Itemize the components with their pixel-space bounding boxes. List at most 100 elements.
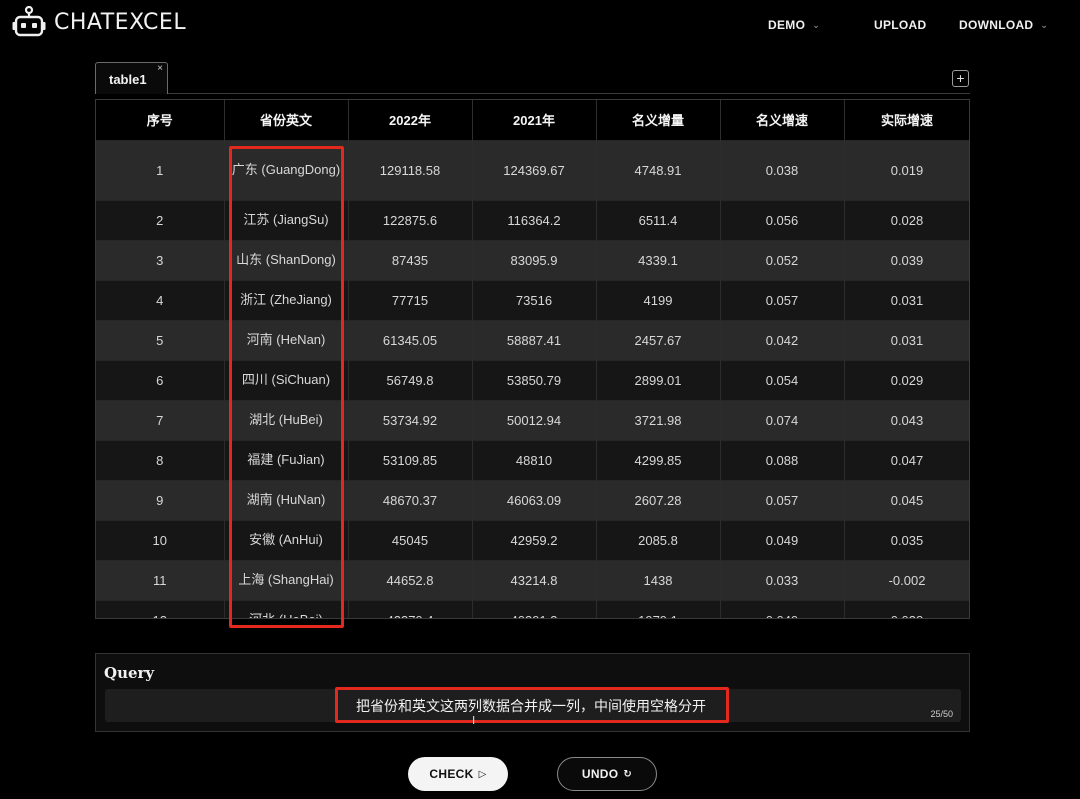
table-cell[interactable]: 124369.67 xyxy=(472,139,597,200)
table-cell[interactable]: 4339.1 xyxy=(596,239,721,280)
table-cell[interactable]: 浙江 (ZheJiang) xyxy=(224,279,349,320)
table-cell[interactable]: 6 xyxy=(96,359,225,400)
check-button[interactable]: CHECK ▷ xyxy=(408,757,508,791)
table-cell[interactable]: 四川 (SiChuan) xyxy=(224,359,349,400)
table-cell[interactable]: 4199 xyxy=(596,279,721,320)
column-header[interactable]: 省份英文 xyxy=(224,100,349,140)
data-table-container[interactable]: 序号 省份英文 2022年 2021年 名义增量 名义增速 实际增速 1 广东 (… xyxy=(95,99,970,619)
table-cell[interactable]: 122875.6 xyxy=(348,199,473,240)
table-cell[interactable]: 53734.92 xyxy=(348,399,473,440)
column-header[interactable]: 名义增速 xyxy=(720,100,845,140)
table-cell[interactable]: 11 xyxy=(96,559,225,600)
table-cell[interactable]: 上海 (ShangHai) xyxy=(224,559,349,600)
table-cell[interactable]: 0.049 xyxy=(720,519,845,560)
table-cell[interactable]: 0.029 xyxy=(844,359,969,400)
app-logo[interactable]: CHATEXCEL xyxy=(12,6,186,38)
column-header[interactable]: 实际增速 xyxy=(844,100,969,140)
table-cell[interactable]: 0.031 xyxy=(844,279,969,320)
table-cell[interactable]: 2899.01 xyxy=(596,359,721,400)
undo-button[interactable]: UNDO ↻ xyxy=(557,757,657,791)
table-cell[interactable]: 4 xyxy=(96,279,225,320)
table-cell[interactable]: 10 xyxy=(96,519,225,560)
table-cell[interactable]: 6511.4 xyxy=(596,199,721,240)
table-cell[interactable]: 4299.85 xyxy=(596,439,721,480)
table-cell[interactable]: 7 xyxy=(96,399,225,440)
nav-download[interactable]: DOWNLOAD ⌄ xyxy=(959,18,1048,32)
table-cell[interactable]: 0.033 xyxy=(720,559,845,600)
table-cell[interactable]: 3721.98 xyxy=(596,399,721,440)
table-cell[interactable]: 河南 (HeNan) xyxy=(224,319,349,360)
table-cell[interactable]: 42959.2 xyxy=(472,519,597,560)
table-cell[interactable]: 43214.8 xyxy=(472,559,597,600)
table-cell[interactable]: 12 xyxy=(96,599,225,618)
nav-upload[interactable]: UPLOAD xyxy=(874,18,926,32)
table-cell[interactable]: 42370.4 xyxy=(348,599,473,618)
table-cell[interactable]: 46063.09 xyxy=(472,479,597,520)
column-header[interactable]: 序号 xyxy=(96,100,225,140)
nav-demo[interactable]: DEMO ⌄ xyxy=(768,18,820,32)
table-cell[interactable]: 77715 xyxy=(348,279,473,320)
table-cell[interactable]: 61345.05 xyxy=(348,319,473,360)
table-cell[interactable]: 0.019 xyxy=(844,139,969,200)
table-cell[interactable]: 山东 (ShanDong) xyxy=(224,239,349,280)
table-cell[interactable]: 0.057 xyxy=(720,479,845,520)
table-cell[interactable]: 广东 (GuangDong) xyxy=(224,139,349,200)
table-cell[interactable]: 40391.3 xyxy=(472,599,597,618)
table-cell[interactable]: 56749.8 xyxy=(348,359,473,400)
table-cell[interactable]: 2607.28 xyxy=(596,479,721,520)
table-cell[interactable]: 53109.85 xyxy=(348,439,473,480)
add-tab-button[interactable]: + xyxy=(952,70,969,87)
close-icon[interactable]: × xyxy=(157,63,163,74)
table-cell[interactable]: 48810 xyxy=(472,439,597,480)
table-cell[interactable]: 0.049 xyxy=(720,599,845,618)
table-cell[interactable]: -0.002 xyxy=(844,559,969,600)
table-cell[interactable]: 48670.37 xyxy=(348,479,473,520)
table-cell[interactable]: 129118.58 xyxy=(348,139,473,200)
table-cell[interactable]: 50012.94 xyxy=(472,399,597,440)
table-cell[interactable]: 0.088 xyxy=(720,439,845,480)
table-cell[interactable]: 0.057 xyxy=(720,279,845,320)
table-cell[interactable]: 安徽 (AnHui) xyxy=(224,519,349,560)
table-cell[interactable]: 1979.1 xyxy=(596,599,721,618)
table-cell[interactable]: 0.047 xyxy=(844,439,969,480)
table-cell[interactable]: 8 xyxy=(96,439,225,480)
table-cell[interactable]: 0.074 xyxy=(720,399,845,440)
column-header[interactable]: 2022年 xyxy=(348,100,473,140)
table-cell[interactable]: 1 xyxy=(96,139,225,200)
tab-table1[interactable]: table1 × xyxy=(95,62,168,94)
table-cell[interactable]: 116364.2 xyxy=(472,199,597,240)
table-cell[interactable]: 2457.67 xyxy=(596,319,721,360)
table-cell[interactable]: 0.035 xyxy=(844,519,969,560)
table-cell[interactable]: 83095.9 xyxy=(472,239,597,280)
table-cell[interactable]: 0.038 xyxy=(720,139,845,200)
table-cell[interactable]: 4748.91 xyxy=(596,139,721,200)
column-header[interactable]: 名义增量 xyxy=(596,100,721,140)
table-cell[interactable]: 2085.8 xyxy=(596,519,721,560)
table-cell[interactable]: 0.028 xyxy=(844,199,969,240)
table-cell[interactable]: 福建 (FuJian) xyxy=(224,439,349,480)
table-cell[interactable]: 58887.41 xyxy=(472,319,597,360)
table-cell[interactable]: 45045 xyxy=(348,519,473,560)
column-header[interactable]: 2021年 xyxy=(472,100,597,140)
table-cell[interactable]: 0.054 xyxy=(720,359,845,400)
table-cell[interactable]: 44652.8 xyxy=(348,559,473,600)
table-cell[interactable]: 江苏 (JiangSu) xyxy=(224,199,349,240)
table-cell[interactable]: 0.045 xyxy=(844,479,969,520)
table-cell[interactable]: 0.042 xyxy=(720,319,845,360)
table-cell[interactable]: 5 xyxy=(96,319,225,360)
table-cell[interactable]: 87435 xyxy=(348,239,473,280)
table-cell[interactable]: 0.038 xyxy=(844,599,969,618)
table-cell[interactable]: 0.052 xyxy=(720,239,845,280)
table-cell[interactable]: 73516 xyxy=(472,279,597,320)
table-cell[interactable]: 53850.79 xyxy=(472,359,597,400)
table-cell[interactable]: 河北 (HeBei) xyxy=(224,599,349,618)
table-cell[interactable]: 1438 xyxy=(596,559,721,600)
table-cell[interactable]: 2 xyxy=(96,199,225,240)
table-cell[interactable]: 0.043 xyxy=(844,399,969,440)
table-cell[interactable]: 湖北 (HuBei) xyxy=(224,399,349,440)
table-cell[interactable]: 0.031 xyxy=(844,319,969,360)
table-cell[interactable]: 0.056 xyxy=(720,199,845,240)
table-cell[interactable]: 0.039 xyxy=(844,239,969,280)
table-cell[interactable]: 3 xyxy=(96,239,225,280)
table-cell[interactable]: 湖南 (HuNan) xyxy=(224,479,349,520)
